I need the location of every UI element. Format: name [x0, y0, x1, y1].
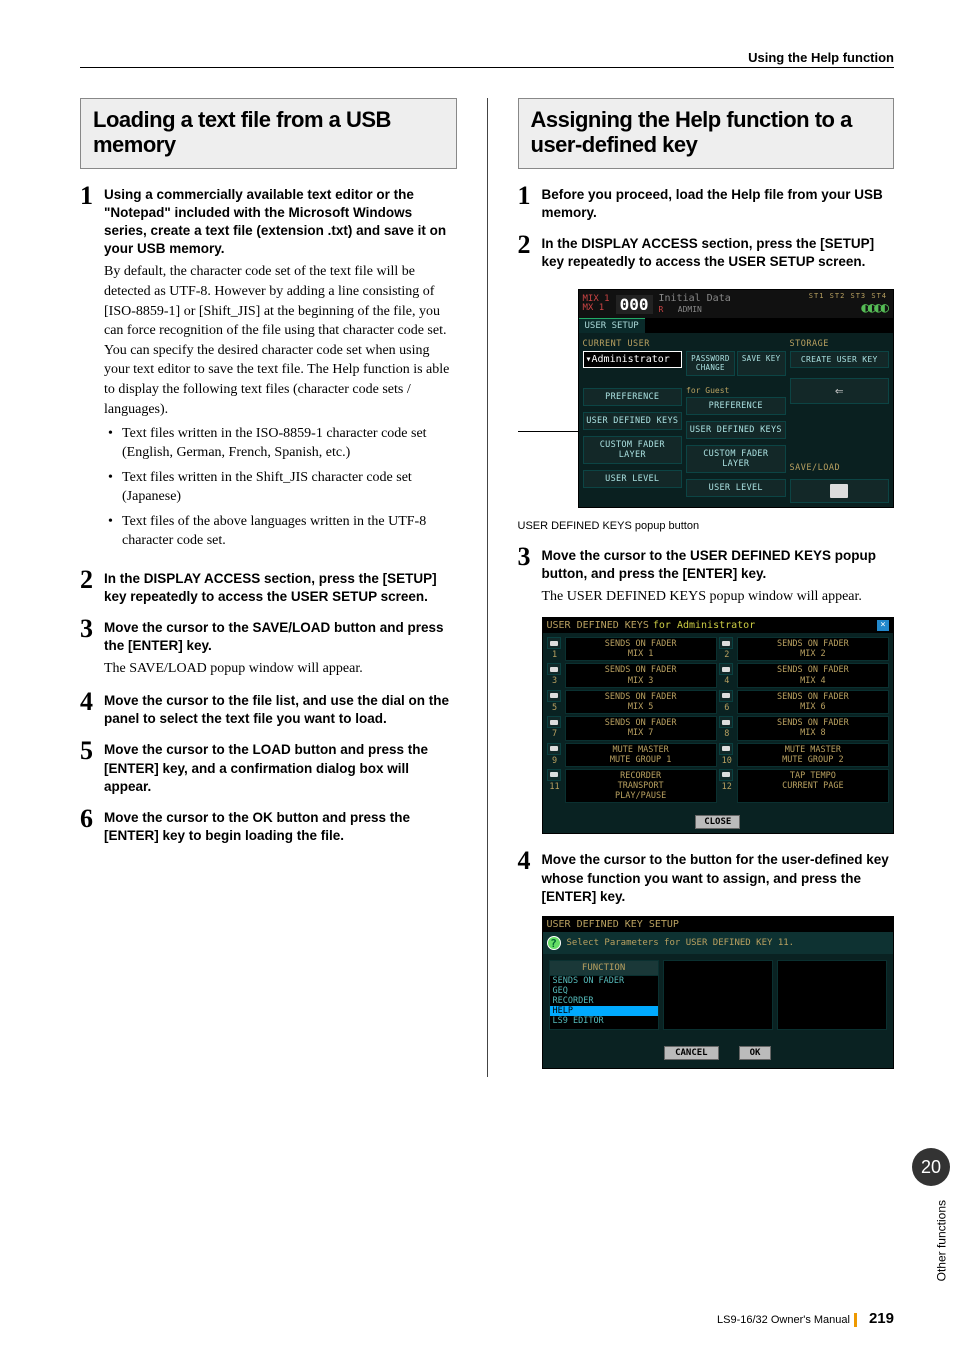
- udk-slot[interactable]: SENDS ON FADER MIX 3: [565, 663, 717, 687]
- column-divider: [487, 98, 488, 1077]
- udk-slot[interactable]: SENDS ON FADER MIX 2: [737, 637, 889, 661]
- udk-slot[interactable]: SENDS ON FADER MIX 6: [737, 690, 889, 714]
- udk-slot[interactable]: SENDS ON FADER MIX 7: [565, 716, 717, 740]
- step: 4 Move the cursor to the file list, and …: [80, 689, 457, 728]
- cancel-button[interactable]: CANCEL: [664, 1046, 719, 1060]
- step-instruction: Move the cursor to the SAVE/LOAD button …: [104, 619, 457, 655]
- step-instruction: In the DISPLAY ACCESS section, press the…: [542, 235, 895, 271]
- udk-slot[interactable]: SENDS ON FADER MIX 5: [565, 690, 717, 714]
- step-instruction: Move the cursor to the button for the us…: [542, 851, 895, 906]
- step: 5 Move the cursor to the LOAD button and…: [80, 738, 457, 796]
- step-number: 2: [518, 232, 542, 258]
- step-number: 1: [518, 183, 542, 209]
- step-number: 2: [80, 567, 104, 593]
- chapter-label: Other functions: [934, 1200, 948, 1281]
- step-instruction: Move the cursor to the file list, and us…: [104, 692, 457, 728]
- udk-slot[interactable]: SENDS ON FADER MIX 4: [737, 663, 889, 687]
- udk-slot[interactable]: SENDS ON FADER MIX 8: [737, 716, 889, 740]
- bullet-item: •Text files written in the ISO-8859-1 ch…: [108, 425, 457, 463]
- step-paragraph: The SAVE/LOAD popup window will appear.: [104, 659, 457, 679]
- user-defined-keys-button[interactable]: USER DEFINED KEYS: [583, 412, 683, 430]
- function-list-item[interactable]: RECORDER: [550, 996, 658, 1006]
- chapter-tab: 20: [912, 1148, 950, 1186]
- section-title-right: Assigning the Help function to a user-de…: [518, 98, 895, 169]
- step-number: 4: [80, 689, 104, 715]
- user-setup-screenshot: MIX 1MX 1 000 Initial DataR ADMIN ST1 ST…: [578, 289, 895, 508]
- step: 2 In the DISPLAY ACCESS section, press t…: [80, 567, 457, 606]
- running-header: Using the Help function: [80, 50, 894, 68]
- step: 1 Using a commercially available text ed…: [80, 183, 457, 557]
- screenshot-caption: USER DEFINED KEYS popup button: [518, 520, 895, 532]
- user-defined-keys-button[interactable]: USER DEFINED KEYS: [686, 421, 786, 439]
- bullet-item: •Text files of the above languages writt…: [108, 513, 457, 551]
- step-instruction: Move the cursor to the USER DEFINED KEYS…: [542, 547, 895, 583]
- step-paragraph: The USER DEFINED KEYS popup window will …: [542, 587, 895, 607]
- step-number: 4: [518, 848, 542, 874]
- bullet-item: •Text files written in the Shift_JIS cha…: [108, 469, 457, 507]
- close-button[interactable]: CLOSE: [695, 815, 740, 829]
- user-defined-keys-screenshot: USER DEFINED KEYSfor Administrator × 1SE…: [542, 617, 895, 834]
- udk-slot[interactable]: MUTE MASTER MUTE GROUP 2: [737, 743, 889, 767]
- help-icon: ?: [547, 936, 561, 950]
- step-instruction: Before you proceed, load the Help file f…: [542, 186, 895, 222]
- step-number: 5: [80, 738, 104, 764]
- user-level-button[interactable]: USER LEVEL: [583, 470, 683, 488]
- function-list-item[interactable]: HELP: [550, 1006, 658, 1016]
- step: 6 Move the cursor to the OK button and p…: [80, 806, 457, 845]
- step-number: 6: [80, 806, 104, 832]
- step-instruction: In the DISPLAY ACCESS section, press the…: [104, 570, 457, 606]
- usb-icon: ⇐: [790, 378, 890, 404]
- preference-button[interactable]: PREFERENCE: [686, 397, 786, 415]
- step-number: 3: [518, 544, 542, 570]
- udk-slot[interactable]: RECORDER TRANSPORT PLAY/PAUSE: [565, 769, 717, 804]
- step: 3 Move the cursor to the USER DEFINED KE…: [518, 544, 895, 607]
- function-list-item[interactable]: LS9 EDITOR: [550, 1016, 658, 1026]
- function-list-item[interactable]: SENDS ON FADER: [550, 976, 658, 986]
- step-paragraph: By default, the character code set of th…: [104, 262, 457, 419]
- section-title-left: Loading a text file from a USB memory: [80, 98, 457, 169]
- udk-slot[interactable]: MUTE MASTER MUTE GROUP 1: [565, 743, 717, 767]
- save-key-button[interactable]: SAVE KEY: [737, 351, 786, 376]
- preference-button[interactable]: PREFERENCE: [583, 388, 683, 406]
- custom-fader-layer-button[interactable]: CUSTOM FADER LAYER: [583, 436, 683, 464]
- step: 3 Move the cursor to the SAVE/LOAD butto…: [80, 616, 457, 679]
- step: 1 Before you proceed, load the Help file…: [518, 183, 895, 222]
- step-number: 3: [80, 616, 104, 642]
- step: 2 In the DISPLAY ACCESS section, press t…: [518, 232, 895, 271]
- step-instruction: Move the cursor to the LOAD button and p…: [104, 741, 457, 796]
- create-user-key-button[interactable]: CREATE USER KEY: [790, 351, 890, 368]
- user-defined-key-setup-screenshot: USER DEFINED KEY SETUP ?Select Parameter…: [542, 916, 895, 1069]
- right-column: Assigning the Help function to a user-de…: [518, 98, 895, 1077]
- left-column: Loading a text file from a USB memory 1 …: [80, 98, 457, 1077]
- callout-line: [518, 431, 578, 432]
- step: 4 Move the cursor to the button for the …: [518, 848, 895, 906]
- custom-fader-layer-button[interactable]: CUSTOM FADER LAYER: [686, 445, 786, 473]
- function-list-item[interactable]: GEQ: [550, 986, 658, 996]
- save-load-button[interactable]: [790, 479, 890, 503]
- close-icon[interactable]: ×: [877, 620, 889, 631]
- step-instruction: Using a commercially available text edit…: [104, 186, 457, 259]
- page-footer: LS9-16/32 Owner's Manual219: [717, 1310, 894, 1327]
- password-change-button[interactable]: PASSWORD CHANGE: [686, 351, 735, 376]
- udk-slot[interactable]: SENDS ON FADER MIX 1: [565, 637, 717, 661]
- user-level-button[interactable]: USER LEVEL: [686, 479, 786, 497]
- step-number: 1: [80, 183, 104, 209]
- udk-slot[interactable]: TAP TEMPO CURRENT PAGE: [737, 769, 889, 804]
- ok-button[interactable]: OK: [739, 1046, 772, 1060]
- step-instruction: Move the cursor to the OK button and pre…: [104, 809, 457, 845]
